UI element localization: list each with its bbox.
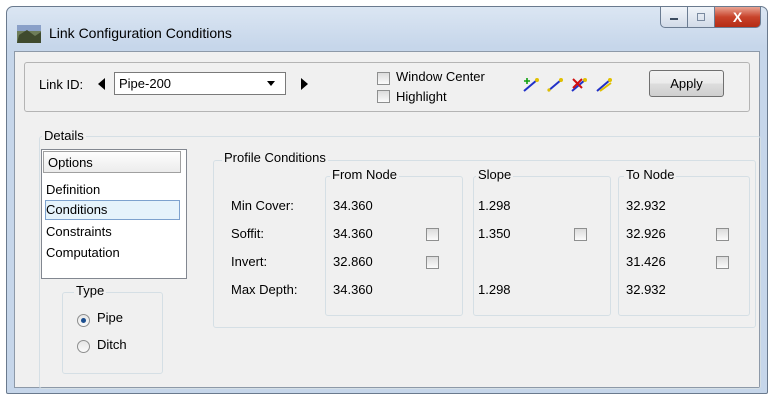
pipe-radio[interactable] [77, 314, 90, 327]
slope-header: Slope [476, 167, 514, 182]
window-title: Link Configuration Conditions [49, 25, 232, 41]
window-controls: X [660, 7, 761, 29]
next-link-icon[interactable] [301, 78, 308, 90]
list-item-label: Constraints [46, 224, 112, 239]
soffit-to-value: 32.926 [626, 226, 666, 241]
pipe-radio-label: Pipe [97, 310, 124, 325]
add-vertex-icon[interactable] [522, 76, 540, 94]
min-cover-label: Min Cover: [231, 198, 294, 213]
dialog-window: Link Configuration Conditions X Link ID:… [6, 6, 768, 394]
type-group-label: Type [74, 283, 107, 298]
min-cover-to-value: 32.932 [626, 198, 666, 213]
invert-to-checkbox[interactable] [716, 256, 729, 269]
to-node-header: To Node [624, 167, 677, 182]
close-button[interactable]: X [715, 7, 761, 28]
edit-link-icon[interactable] [546, 76, 564, 94]
list-item-label: Computation [46, 245, 120, 260]
link-id-dropdown[interactable]: Pipe-200 [114, 72, 286, 95]
options-list[interactable]: Options Definition Conditions Constraint… [41, 149, 187, 279]
chevron-down-icon [267, 81, 275, 86]
maximize-button[interactable] [688, 7, 715, 28]
window-center-checkbox[interactable] [377, 72, 390, 85]
invert-label: Invert: [231, 254, 268, 269]
list-item-label: Definition [46, 182, 101, 197]
soffit-slope-checkbox[interactable] [574, 228, 587, 241]
invert-from-checkbox[interactable] [426, 256, 439, 269]
dialog-client-area: Link ID: Pipe-200 Window Center Highligh… [14, 51, 761, 389]
profile-conditions-label: Profile Conditions [222, 150, 328, 165]
invert-to-value: 31.426 [626, 254, 666, 269]
soffit-label: Soffit: [231, 226, 265, 241]
soffit-from-checkbox[interactable] [426, 228, 439, 241]
max-depth-label: Max Depth: [231, 282, 298, 297]
link-id-value: Pipe-200 [119, 76, 172, 91]
list-item-definition[interactable]: Definition [45, 180, 180, 200]
from-node-header: From Node [330, 167, 400, 182]
details-group-label: Details [42, 128, 86, 143]
list-item-computation[interactable]: Computation [45, 243, 180, 263]
minimize-icon [670, 18, 678, 20]
list-item-label: Conditions [46, 202, 108, 217]
window-center-label: Window Center [396, 69, 485, 84]
highlight-checkbox[interactable] [377, 90, 390, 103]
soffit-from-value: 34.360 [333, 226, 373, 241]
apply-button-label: Apply [670, 76, 703, 91]
max-depth-from-value: 34.360 [333, 282, 373, 297]
options-list-header: Options [43, 151, 181, 173]
previous-link-icon[interactable] [98, 78, 105, 90]
link-id-label: Link ID: [39, 77, 84, 92]
min-cover-from-value: 34.360 [333, 198, 373, 213]
options-header-label: Options [48, 155, 93, 170]
soffit-slope-value: 1.350 [478, 226, 511, 241]
minimize-button[interactable] [660, 7, 688, 28]
ditch-radio[interactable] [77, 340, 90, 353]
ditch-radio-label: Ditch [97, 337, 127, 352]
list-item-conditions[interactable]: Conditions [45, 200, 180, 220]
apply-button[interactable]: Apply [649, 70, 724, 97]
invert-from-value: 32.860 [333, 254, 373, 269]
close-icon: X [732, 9, 743, 25]
move-vertex-icon[interactable] [595, 76, 613, 94]
max-depth-to-value: 32.932 [626, 282, 666, 297]
app-icon [17, 25, 41, 43]
type-group [62, 292, 163, 374]
list-item-constraints[interactable]: Constraints [45, 222, 180, 242]
radio-selected-dot [81, 318, 86, 323]
highlight-label: Highlight [396, 89, 447, 104]
max-depth-slope-value: 1.298 [478, 282, 511, 297]
maximize-icon [697, 13, 705, 21]
soffit-to-checkbox[interactable] [716, 228, 729, 241]
delete-vertex-icon[interactable] [570, 76, 588, 94]
min-cover-slope-value: 1.298 [478, 198, 511, 213]
